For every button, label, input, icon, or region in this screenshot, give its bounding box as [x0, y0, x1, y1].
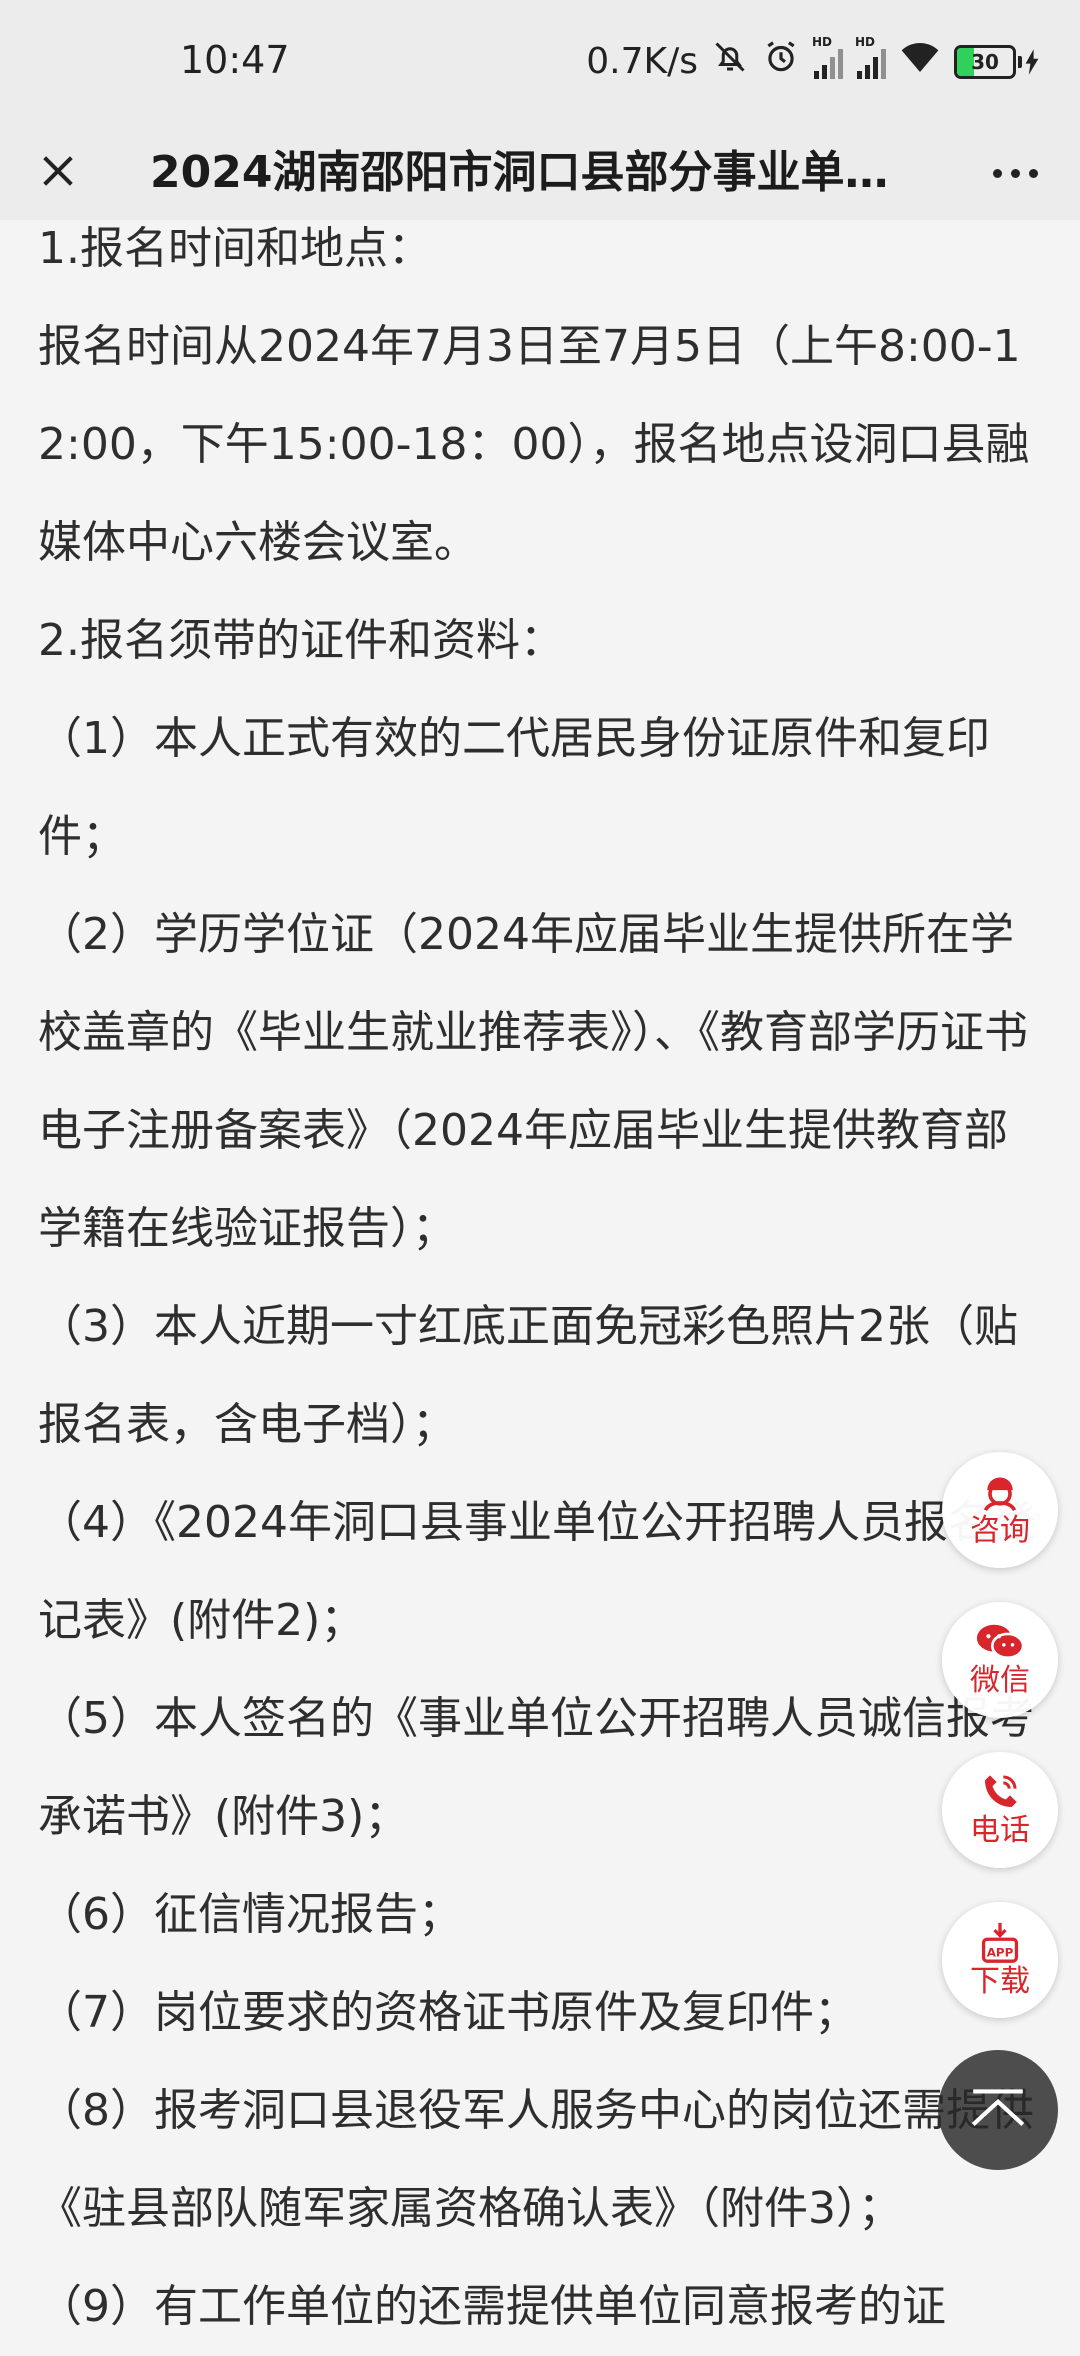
download-label: 下载 — [970, 1964, 1030, 1999]
paragraph: （2）学历学位证（2024年应届毕业生提供所在学校盖章的《毕业生就业推荐表》）、… — [38, 909, 1028, 1254]
app-badge-text: APP — [987, 1946, 1014, 1960]
app-download-icon: APP — [981, 1922, 1019, 1963]
alarm-icon — [762, 38, 800, 85]
article-content: 1.报名时间和地点： 报名时间从2024年7月3日至7月5日（上午8:00-12… — [38, 200, 1042, 2356]
signal-icon: HD — [812, 35, 843, 79]
paragraph: （4）《2024年洞口县事业单位公开招聘人员报名登记表》(附件2)； — [38, 1497, 1036, 1646]
paragraph: （1）本人正式有效的二代居民身份证原件和复印件； — [38, 713, 990, 862]
more-icon — [992, 168, 1002, 178]
paragraph: 2.报名须带的证件和资料： — [38, 615, 564, 666]
battery-level: 30 — [971, 49, 999, 74]
wifi-icon — [900, 40, 940, 83]
wechat-icon — [976, 1624, 1025, 1660]
status-bar: 10:47 0.7K/s HD HD 30 — [0, 0, 1080, 125]
status-time: 10:47 — [180, 38, 290, 82]
phone-button[interactable]: 电话 — [942, 1752, 1058, 1868]
customer-service-icon — [983, 1477, 1017, 1512]
back-to-top-button[interactable] — [938, 2050, 1058, 2170]
download-button[interactable]: APP 下载 — [942, 1902, 1058, 2018]
close-icon — [43, 156, 73, 186]
signal-icon-2: HD — [855, 35, 886, 79]
paragraph: （3）本人近期一寸红底正面免冠彩色照片2张（贴报名表，含电子档）； — [38, 1301, 1018, 1450]
back-to-top-icon — [971, 2089, 1025, 2126]
paragraph: 报名时间从2024年7月3日至7月5日（上午8:00-12:00，下午15:00… — [38, 321, 1030, 568]
status-icons: 0.7K/s HD HD 30 — [586, 35, 1040, 85]
more-button[interactable] — [980, 143, 1050, 203]
paragraph: （5）本人签名的《事业单位公开招聘人员诚信报考承诺书》(附件3)； — [38, 1693, 1034, 1842]
consult-button[interactable]: 咨询 — [942, 1452, 1058, 1568]
wechat-button[interactable]: 微信 — [942, 1602, 1058, 1718]
battery-icon: 30 — [954, 44, 1040, 79]
paragraph: （6）征信情况报告； — [38, 1889, 462, 1940]
wechat-label: 微信 — [970, 1663, 1030, 1698]
paragraph: （7）岗位要求的资格证书原件及复印件； — [38, 1987, 858, 2038]
paragraph: （9）有工作单位的还需提供单位同意报考的证 — [38, 2281, 946, 2332]
net-speed: 0.7K/s — [586, 41, 698, 82]
close-button[interactable] — [28, 141, 88, 201]
consult-label: 咨询 — [970, 1513, 1030, 1548]
paragraph: 1.报名时间和地点： — [38, 223, 432, 274]
phone-label: 电话 — [970, 1813, 1030, 1848]
phone-icon — [985, 1775, 1017, 1807]
bell-off-icon — [712, 39, 748, 84]
paragraph: （8）报考洞口县退役军人服务中心的岗位还需提供《驻县部队随军家属资格确认表》（附… — [38, 2085, 1034, 2234]
